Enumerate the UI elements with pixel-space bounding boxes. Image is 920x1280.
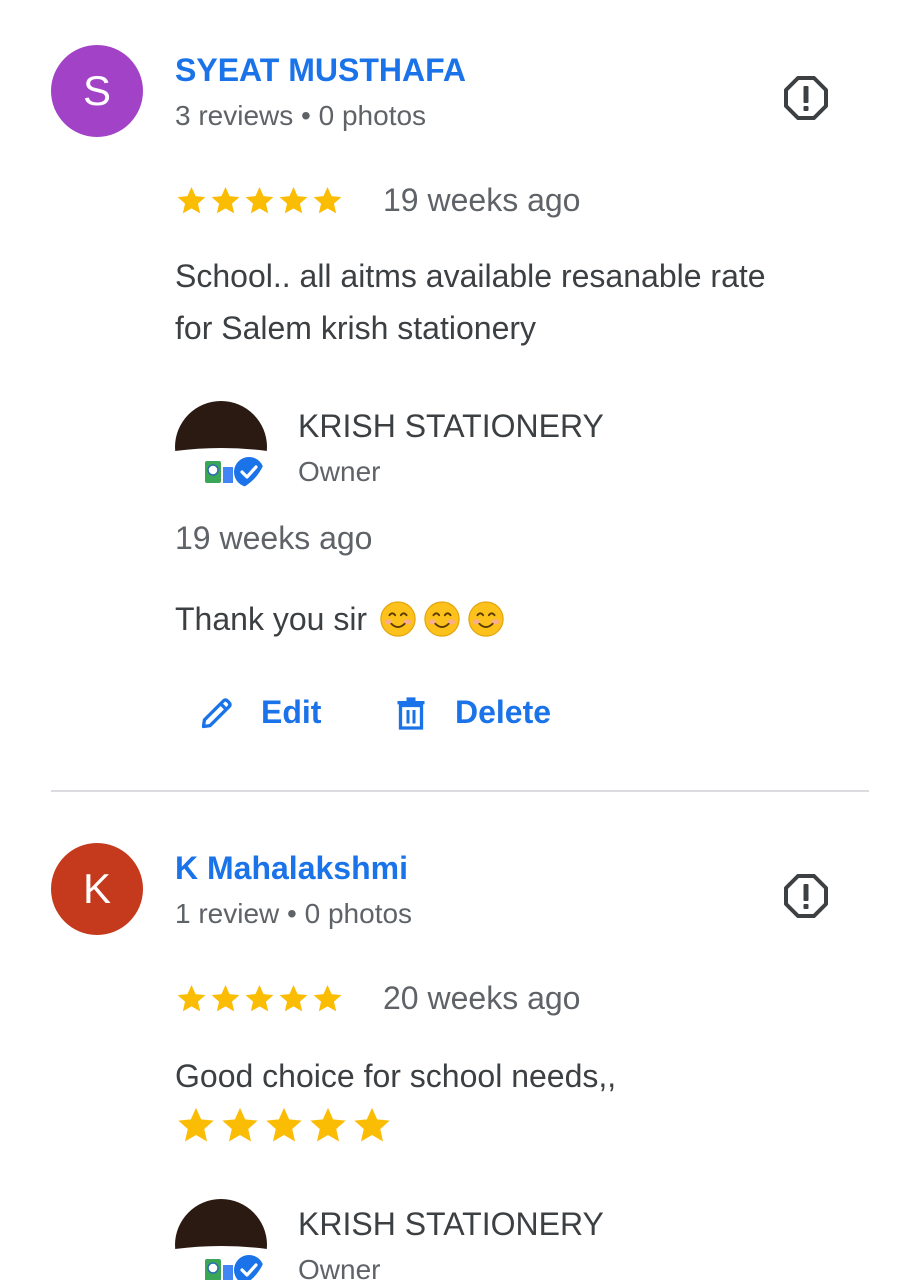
trash-icon (397, 696, 425, 730)
review-time: 19 weeks ago (383, 182, 581, 218)
smiling-face-emoji-icon (423, 600, 461, 638)
owner-label: Owner (298, 1254, 381, 1280)
owner-reply-text: Thank you sir (175, 600, 368, 637)
owner-label: Owner (298, 456, 381, 487)
owner-name: KRISH STATIONERY (298, 408, 604, 444)
author-meta: 1 review • 0 photos (175, 898, 413, 929)
review-text: School.. all aitms available resanable r… (175, 250, 875, 354)
star-rating (175, 184, 344, 217)
review-text-line: Good choice for school needs,, (175, 1058, 617, 1094)
star-icon (175, 184, 208, 217)
star-emoji-group (175, 1104, 875, 1146)
avatar-letter: S (82, 67, 111, 114)
author-name[interactable]: SYEAT MUSTHAFA (175, 52, 466, 89)
edit-button[interactable]: Edit (199, 694, 321, 731)
review-text-line: for Salem krish stationery (175, 310, 537, 346)
star-icon (277, 184, 310, 217)
pencil-icon (201, 697, 232, 728)
owner-avatar (175, 401, 267, 493)
report-icon[interactable] (782, 872, 830, 920)
divider (51, 790, 869, 792)
star-icon (175, 982, 208, 1015)
star-icon (311, 184, 344, 217)
smiling-face-emoji-icon (379, 600, 417, 638)
star-icon (243, 982, 276, 1015)
author-name[interactable]: K Mahalakshmi (175, 850, 408, 887)
review-time: 20 weeks ago (383, 980, 581, 1016)
star-icon (243, 184, 276, 217)
star-emoji-icon (263, 1104, 305, 1146)
owner-name: KRISH STATIONERY (298, 1206, 604, 1242)
owner-reply: Thank you sir (175, 600, 505, 638)
delete-label: Delete (455, 694, 552, 730)
star-emoji-icon (351, 1104, 393, 1146)
avatar[interactable]: K (51, 843, 143, 935)
smiling-face-emoji-icon (467, 600, 505, 638)
author-meta: 3 reviews • 0 photos (175, 100, 427, 131)
edit-label: Edit (261, 694, 322, 730)
star-emoji-icon (219, 1104, 261, 1146)
star-emoji-icon (307, 1104, 349, 1146)
star-icon (311, 982, 344, 1015)
star-icon (209, 982, 242, 1015)
star-emoji-icon (175, 1104, 217, 1146)
delete-button[interactable]: Delete (393, 694, 551, 731)
owner-avatar (175, 1199, 267, 1280)
avatar[interactable]: S (51, 45, 143, 137)
review-text-line: School.. all aitms available resanable r… (175, 258, 766, 294)
avatar-letter: K (82, 865, 111, 912)
star-rating (175, 982, 344, 1015)
reviews-page: S SYEAT MUSTHAFA 3 reviews • 0 photos 19… (0, 0, 920, 1280)
report-icon[interactable] (782, 74, 830, 122)
review-text: Good choice for school needs,, (175, 1050, 875, 1146)
owner-reply-time: 19 weeks ago (175, 520, 373, 556)
star-icon (277, 982, 310, 1015)
star-icon (209, 184, 242, 217)
